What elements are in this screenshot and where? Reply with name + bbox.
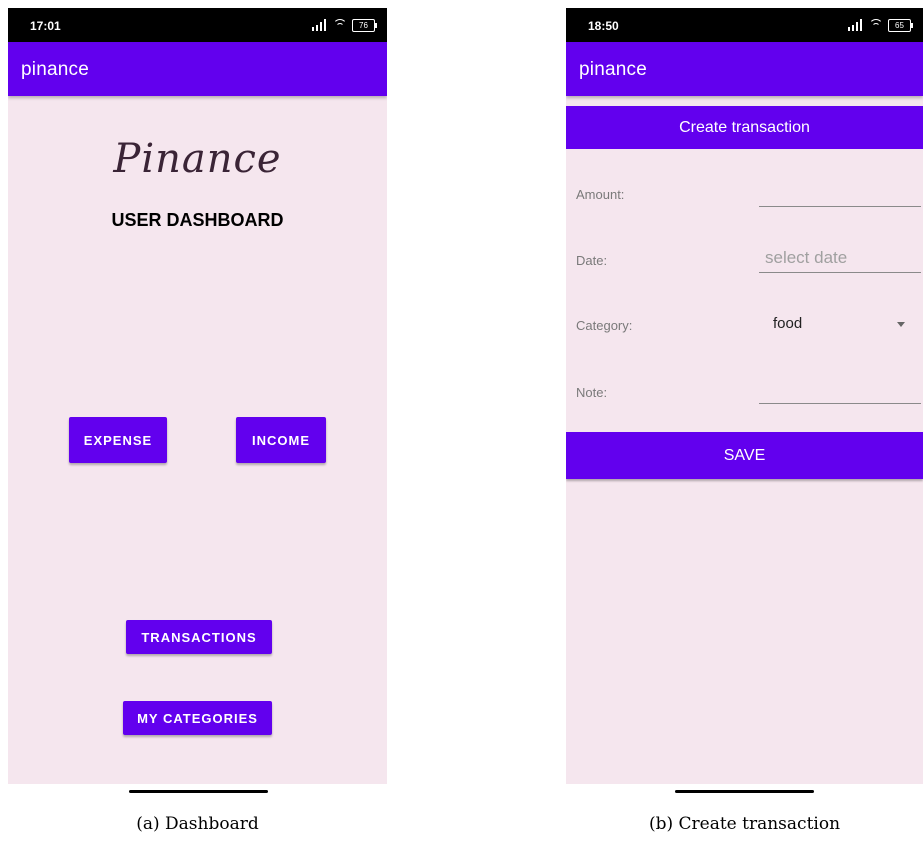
signal-icon <box>848 19 864 31</box>
app-title: pinance <box>579 59 647 80</box>
wifi-icon <box>869 19 883 31</box>
status-bar: 17:01 76 <box>8 8 387 42</box>
note-label: Note: <box>576 385 608 400</box>
home-indicator[interactable] <box>675 790 814 793</box>
caption-dashboard: (a) Dashboard <box>136 814 259 834</box>
pinance-logo: Pinance <box>113 136 282 182</box>
create-transaction-banner: Create transaction <box>566 106 923 149</box>
category-label: Category: <box>576 318 633 333</box>
caption-create-transaction: (b) Create transaction <box>648 814 841 834</box>
transactions-button[interactable]: TRANSACTIONS <box>126 620 272 654</box>
app-title: pinance <box>21 59 89 80</box>
status-icons: 76 <box>312 17 377 33</box>
income-button[interactable]: INCOME <box>236 417 326 463</box>
expense-button[interactable]: EXPENSE <box>69 417 167 463</box>
date-input-underline <box>759 272 921 273</box>
wifi-icon <box>333 19 347 31</box>
dashboard-screen: 17:01 76 pinance Pinance USER DASHBOARD … <box>8 8 387 784</box>
my-categories-button[interactable]: MY CATEGORIES <box>123 701 272 735</box>
date-input[interactable]: select date <box>765 248 847 268</box>
status-time: 18:50 <box>588 19 619 33</box>
signal-icon <box>312 19 328 31</box>
dropdown-caret-icon[interactable] <box>897 322 905 327</box>
date-label: Date: <box>576 253 608 268</box>
dashboard-heading: USER DASHBOARD <box>111 210 284 230</box>
save-button[interactable]: SAVE <box>566 432 923 479</box>
note-input-underline <box>759 403 921 404</box>
home-indicator[interactable] <box>129 790 268 793</box>
status-icons: 65 <box>848 17 913 33</box>
app-bar: pinance <box>8 42 387 96</box>
amount-label: Amount: <box>576 187 625 202</box>
amount-input-underline <box>759 206 921 207</box>
app-bar: pinance <box>566 42 923 96</box>
category-spinner[interactable]: food <box>773 315 802 332</box>
create-transaction-screen: 18:50 65 pinance Create transaction Amou… <box>566 8 923 784</box>
battery-icon: 76 <box>352 18 377 32</box>
battery-icon: 65 <box>888 18 913 32</box>
status-time: 17:01 <box>30 19 61 33</box>
status-bar: 18:50 65 <box>566 8 923 42</box>
